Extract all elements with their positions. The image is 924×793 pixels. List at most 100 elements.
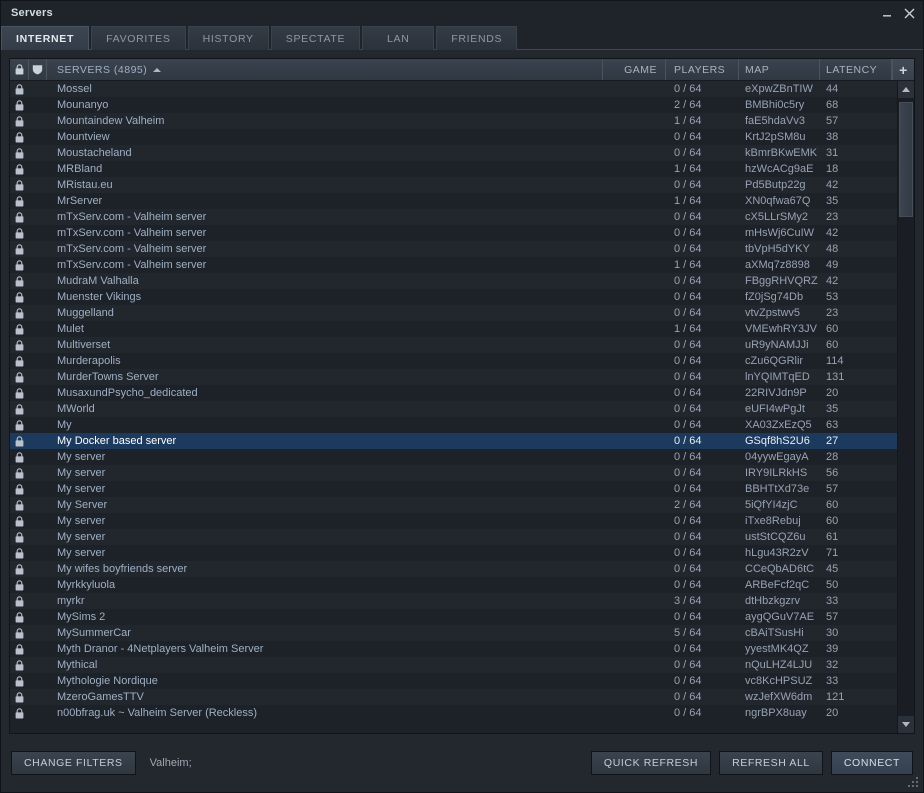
resize-grip-icon[interactable] [907, 776, 919, 788]
table-row[interactable]: Muggelland 0 / 64 vtvZpstwv5 23 [10, 305, 914, 321]
column-header-players[interactable]: PLAYERS [666, 59, 739, 80]
scroll-up-arrow-icon[interactable] [898, 81, 914, 98]
column-header-game[interactable]: GAME [603, 59, 666, 80]
server-players: 0 / 64 [674, 435, 702, 447]
table-row[interactable]: Moustacheland 0 / 64 kBmrBKwEMK 31 [10, 145, 914, 161]
table-row[interactable]: Mossel 0 / 64 eXpwZBnTIW 44 [10, 81, 914, 97]
table-row[interactable]: My Server 2 / 64 5iQfYI4zjC 60 [10, 497, 914, 513]
table-row[interactable]: MusaxundPsycho_dedicated 0 / 64 22RIVJdn9P… [10, 385, 914, 401]
table-row[interactable]: MRBland 1 / 64 hzWcACg9aE 18 [10, 161, 914, 177]
table-row[interactable]: Mounanyo 2 / 64 BMBhi0c5ry 68 [10, 97, 914, 113]
table-row[interactable]: Mythologie Nordique 0 / 64 vc8KcHPSUZ 33 [10, 673, 914, 689]
lock-icon [10, 115, 29, 127]
server-map: ARBeFcf2qC [745, 579, 810, 591]
table-row[interactable]: My Docker based server 0 / 64 GSqf8hS2U6 27 [10, 433, 914, 449]
tab-history[interactable]: HISTORY [187, 26, 269, 50]
server-latency: 49 [826, 259, 839, 271]
server-name: My Server [57, 499, 108, 511]
table-row[interactable]: n00bfrag.uk ~ Valheim Server (Reckless) 0… [10, 705, 914, 721]
column-header-latency[interactable]: LATENCY [820, 59, 892, 80]
column-header-map[interactable]: MAP [739, 59, 820, 80]
table-row[interactable]: MySummerCar 5 / 64 cBAiTSusHi 30 [10, 625, 914, 641]
table-row[interactable]: MurderTowns Server 0 / 64 lnYQIMTqED 131 [10, 369, 914, 385]
tab-lan[interactable]: LAN [362, 26, 435, 50]
server-players: 0 / 64 [674, 403, 702, 415]
server-players: 1 / 64 [674, 323, 702, 335]
table-row[interactable]: MzeroGamesTTV 0 / 64 wzJefXW6dm 121 [10, 689, 914, 705]
table-row[interactable]: MySims 2 0 / 64 aygQGuV7AE 57 [10, 609, 914, 625]
server-latency: 131 [826, 371, 845, 383]
server-players: 0 / 64 [674, 83, 702, 95]
server-map: cX5LLrSMy2 [745, 211, 808, 223]
table-row[interactable]: mTxServ.com - Valheim server 0 / 64 mHsWj6… [10, 225, 914, 241]
refresh-all-button[interactable]: REFRESH ALL [719, 751, 823, 775]
table-row[interactable]: Mountview 0 / 64 KrtJ2pSM8u 38 [10, 129, 914, 145]
server-map: CCeQbAD6tC [745, 563, 815, 575]
minimize-icon[interactable] [877, 3, 897, 23]
tab-favorites[interactable]: FAVORITES [91, 26, 186, 50]
server-name: MRistau.eu [57, 179, 113, 191]
server-rows[interactable]: Mossel 0 / 64 eXpwZBnTIW 44 Mounanyo 2 / 64 BM… [10, 81, 914, 733]
server-map: vc8KcHPSUZ [745, 675, 813, 687]
table-row[interactable]: MudraM Valhalla 0 / 64 FBggRHVQRZ 42 [10, 273, 914, 289]
table-row[interactable]: My server 0 / 64 hLgu43R2zV 71 [10, 545, 914, 561]
vertical-scrollbar[interactable] [897, 81, 914, 733]
table-row[interactable]: Myrkkyluola 0 / 64 ARBeFcf2qC 50 [10, 577, 914, 593]
table-row[interactable]: mTxServ.com - Valheim server 0 / 64 tbVpH5… [10, 241, 914, 257]
server-players: 0 / 64 [674, 419, 702, 431]
table-row[interactable]: Murderapolis 0 / 64 cZu6QGRlir 114 [10, 353, 914, 369]
table-row[interactable]: My server 0 / 64 IRY9ILRkHS 56 [10, 465, 914, 481]
window-controls [877, 3, 919, 23]
server-map: BBHTtXd73e [745, 483, 810, 495]
server-map: XN0qfwa67Q [745, 195, 811, 207]
server-name: Muenster Vikings [57, 291, 142, 303]
table-row[interactable]: myrkr 3 / 64 dtHbzkgzrv 33 [10, 593, 914, 609]
scrollbar-track[interactable] [898, 98, 914, 716]
lock-icon [10, 435, 29, 447]
connect-button[interactable]: CONNECT [830, 751, 913, 775]
table-row[interactable]: mTxServ.com - Valheim server 0 / 64 cX5LLr… [10, 209, 914, 225]
quick-refresh-button[interactable]: QUICK REFRESH [590, 751, 712, 775]
table-row[interactable]: MRistau.eu 0 / 64 Pd5Butp22g 42 [10, 177, 914, 193]
table-row[interactable]: Muenster Vikings 0 / 64 fZ0jSg74Db 53 [10, 289, 914, 305]
close-icon[interactable] [899, 3, 919, 23]
table-row[interactable]: MrServer 1 / 64 XN0qfwa67Q 35 [10, 193, 914, 209]
server-name: My wifes boyfriends server [57, 563, 188, 575]
server-name: My server [57, 483, 106, 495]
tab-spectate[interactable]: SPECTATE [270, 26, 361, 50]
table-row[interactable]: My server 0 / 64 iTxe8Rebuj 60 [10, 513, 914, 529]
server-map: fZ0jSg74Db [745, 291, 804, 303]
table-row[interactable]: My 0 / 64 XA03ZxEzQ5 63 [10, 417, 914, 433]
table-row[interactable]: Mulet 1 / 64 VMEwhRY3JV 60 [10, 321, 914, 337]
server-name: Mountview [57, 131, 110, 143]
server-players: 0 / 64 [674, 275, 702, 287]
table-row[interactable]: My server 0 / 64 ustStCQZ6u 61 [10, 529, 914, 545]
scroll-down-arrow-icon[interactable] [898, 716, 914, 733]
table-row[interactable]: My server 0 / 64 04yywEgayA 28 [10, 449, 914, 465]
lock-icon [10, 371, 29, 383]
column-header-favorite[interactable] [29, 59, 47, 80]
add-column-button[interactable]: + [892, 59, 914, 80]
table-row[interactable]: MWorld 0 / 64 eUFI4wPgJt 35 [10, 401, 914, 417]
tab-internet[interactable]: INTERNET [1, 26, 90, 50]
table-row[interactable]: Mountaindew Valheim 1 / 64 faE5hdaVv3 57 [10, 113, 914, 129]
server-latency: 60 [826, 499, 839, 511]
server-name: Muggelland [57, 307, 114, 319]
server-name: Mythologie Nordique [57, 675, 158, 687]
table-row[interactable]: Multiverset 0 / 64 uR9yNAMJJi 60 [10, 337, 914, 353]
change-filters-button[interactable]: CHANGE FILTERS [11, 751, 136, 775]
column-header-servers[interactable]: SERVERS (4895) [47, 59, 603, 80]
table-row[interactable]: My server 0 / 64 BBHTtXd73e 57 [10, 481, 914, 497]
server-latency: 57 [826, 611, 839, 623]
server-name: mTxServ.com - Valheim server [57, 227, 207, 239]
table-row[interactable]: Myth Dranor - 4Netplayers Valheim Server… [10, 641, 914, 657]
table-row[interactable]: My wifes boyfriends server 0 / 64 CCeQbAD6… [10, 561, 914, 577]
server-latency: 33 [826, 595, 839, 607]
scrollbar-thumb[interactable] [899, 102, 913, 217]
column-header-lock[interactable] [10, 59, 29, 80]
tab-friends[interactable]: FRIENDS [436, 26, 518, 50]
server-map: yyestMK4QZ [745, 643, 809, 655]
server-map: GSqf8hS2U6 [745, 435, 810, 447]
table-row[interactable]: mTxServ.com - Valheim server 1 / 64 aXMq7z… [10, 257, 914, 273]
table-row[interactable]: Mythical 0 / 64 nQuLHZ4LJU 32 [10, 657, 914, 673]
